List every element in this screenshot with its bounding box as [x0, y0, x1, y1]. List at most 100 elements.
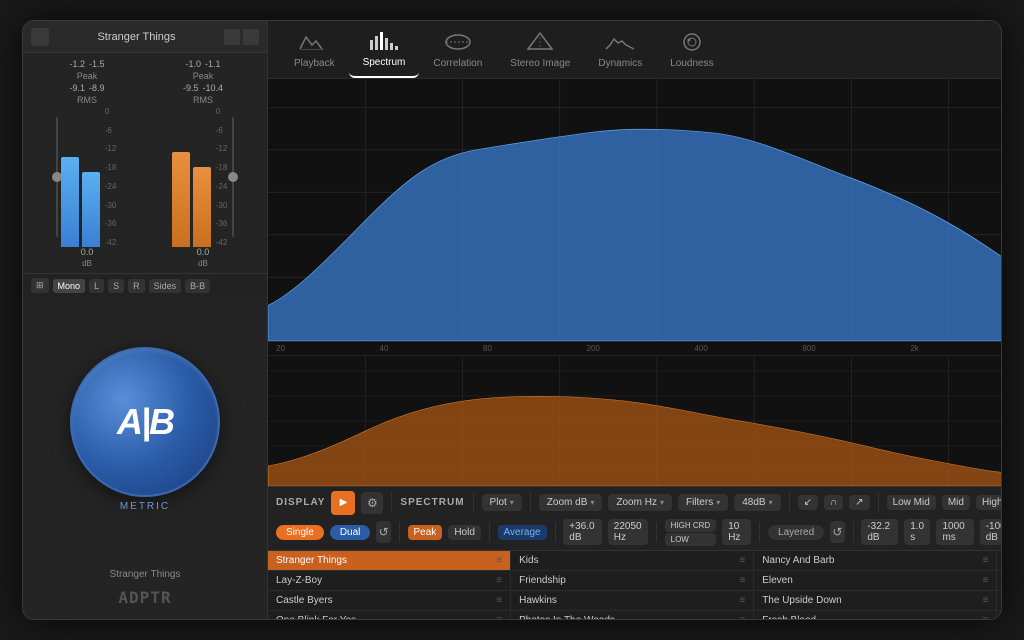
divider3	[530, 493, 531, 513]
divider5	[878, 493, 879, 513]
zoom-db-dropdown[interactable]: Zoom dB ▾	[539, 494, 603, 511]
nav-stereo-image[interactable]: Stereo Image	[496, 22, 584, 77]
btn-window1[interactable]	[224, 29, 240, 45]
playlist-track-friendship[interactable]: Friendship ≡	[511, 571, 753, 591]
playlist-track-nancy[interactable]: Nancy And Barb ≡	[754, 551, 996, 571]
bottom-controls: ⊞ Mono L S R Sides B-B	[23, 273, 267, 297]
ctrl-icon-left[interactable]: ⊞	[31, 278, 49, 293]
playlist-track-fresh-blood[interactable]: Fresh Blood ≡	[754, 611, 996, 620]
playlist-track-stranger-things[interactable]: Stranger Things ≡	[268, 551, 510, 571]
peak-l-val: -1.2	[69, 59, 85, 69]
track-menu-6[interactable]: ≡	[739, 575, 745, 586]
filter-btn-3[interactable]: ↗	[849, 495, 869, 510]
plot-dropdown[interactable]: Plot ▾	[482, 494, 522, 511]
btn-window2[interactable]	[243, 29, 259, 45]
hz-low-val[interactable]: 10 Hz	[722, 519, 751, 545]
playlist-track-lamps[interactable]: Lamps ≡	[997, 611, 1002, 620]
loudness-icon	[676, 30, 708, 54]
nav-playback[interactable]: Playback	[280, 22, 349, 77]
right-slider[interactable]	[232, 107, 234, 247]
high-btn[interactable]: High	[976, 495, 1002, 510]
bar-r-orange1	[172, 107, 190, 247]
peak-btn[interactable]: Peak	[408, 525, 443, 540]
playlist-col-1: Stranger Things ≡ Lay-Z-Boy ≡ Castle Bye…	[268, 551, 511, 620]
spectrum-bottom-svg: 24 0 -24 -48 -72	[268, 356, 1002, 486]
track-menu-1[interactable]: ≡	[496, 555, 502, 566]
freq-200: 200	[587, 344, 600, 353]
left-track-name: Stranger Things	[97, 31, 175, 43]
ab-circle-button[interactable]: A|B	[70, 347, 220, 497]
nav-correlation[interactable]: Correlation	[419, 22, 496, 77]
playlist-track-upside-down[interactable]: The Upside Down ≡	[754, 591, 996, 611]
playlist-track-after-sarah[interactable]: After Sarah ≡	[997, 591, 1002, 611]
spectrum-label: SPECTRUM	[400, 497, 464, 508]
ab-outer: A|B METRIC	[70, 347, 220, 512]
ctrl-link[interactable]: B-B	[185, 279, 210, 293]
ctrl-s[interactable]: S	[108, 279, 124, 293]
gear-button[interactable]: ⚙	[361, 492, 383, 514]
filter-btn-1[interactable]: ↙	[798, 495, 818, 510]
playlist-track-eleven[interactable]: Eleven ≡	[754, 571, 996, 591]
filters-dropdown[interactable]: Filters ▾	[678, 494, 728, 511]
avg-time-val[interactable]: 1000 ms	[936, 519, 973, 545]
nav-loudness-label: Loudness	[670, 58, 713, 69]
filter-btn-2[interactable]: ∩	[824, 495, 843, 510]
track-menu-4[interactable]: ≡	[496, 615, 502, 620]
single-view-btn[interactable]: Single	[276, 525, 324, 540]
track-menu-8[interactable]: ≡	[739, 615, 745, 620]
playlist-track-lay-z-boy[interactable]: Lay-Z-Boy ≡	[268, 571, 510, 591]
playlist-track-one-blink[interactable]: One Blink For Yes ≡	[268, 611, 510, 620]
dual-view-btn[interactable]: Dual	[330, 525, 371, 540]
freq-80: 80	[483, 344, 492, 353]
hold-time-val[interactable]: 1.0 s	[904, 519, 930, 545]
track-menu-7[interactable]: ≡	[739, 595, 745, 606]
layered-view-btn[interactable]: Layered	[768, 525, 824, 540]
right-meter-bars: 0 -6 -12 -18 -24 -30 -36 -42	[172, 107, 235, 247]
nav-spectrum[interactable]: Spectrum	[349, 21, 420, 78]
ctrl-sides[interactable]: Sides	[149, 279, 182, 293]
freq-axis: 20 40 80 200 400 800 2k 4k 8k 20k	[268, 342, 1002, 356]
ctrl-r[interactable]: R	[128, 279, 145, 293]
meter-scale-right: 0 -6 -12 -18 -24 -30 -36 -42	[214, 107, 230, 247]
bar-r-orange2	[193, 107, 211, 247]
freq-800: 800	[802, 344, 815, 353]
db-level-dropdown[interactable]: 48dB ▾	[734, 494, 780, 511]
peak2-l-val: -1.0	[185, 59, 201, 69]
playlist-track-hawkins[interactable]: Hawkins ≡	[511, 591, 753, 611]
peak-db-val[interactable]: +36.0 dB	[563, 519, 602, 545]
nav-dynamics[interactable]: Dynamics	[584, 22, 656, 77]
left-panel: Stranger Things -1.2 -1.5 Peak -9.1 -8.9	[23, 21, 268, 619]
hz-high-val[interactable]: 22050 Hz	[608, 519, 648, 545]
low-mid-btn[interactable]: Low Mid	[887, 495, 936, 510]
play-button[interactable]: ▶	[331, 491, 355, 515]
ctrl-mono[interactable]: Mono	[53, 279, 86, 293]
refresh-btn1[interactable]: ↺	[376, 521, 390, 543]
playlist-track-photos[interactable]: Photos In The Woods ≡	[511, 611, 753, 620]
mid-btn[interactable]: Mid	[942, 495, 970, 510]
track-menu-12[interactable]: ≡	[982, 615, 988, 620]
track-menu-10[interactable]: ≡	[982, 575, 988, 586]
track-menu-5[interactable]: ≡	[739, 555, 745, 566]
track-menu-9[interactable]: ≡	[982, 555, 988, 566]
zoom-hz-dropdown[interactable]: Zoom Hz ▾	[608, 494, 672, 511]
left-top-bar: Stranger Things	[23, 21, 267, 53]
playlist-track-a-kiss[interactable]: A Kiss ≡	[997, 571, 1002, 591]
refresh-btn2[interactable]: ↺	[830, 521, 844, 543]
track-menu-3[interactable]: ≡	[496, 595, 502, 606]
rms-l-val: -9.1	[69, 83, 85, 93]
playlist-track-kids[interactable]: Kids ≡	[511, 551, 753, 571]
left-slider[interactable]	[56, 107, 58, 247]
meter-scale-left: 0 -6 -12 -18 -24 -30 -36 -42	[103, 107, 119, 247]
track-menu-2[interactable]: ≡	[496, 575, 502, 586]
playlist-track-this-isnt-you[interactable]: This Isn't You ≡	[997, 551, 1002, 571]
average-btn[interactable]: Average	[498, 525, 547, 540]
nav-loudness[interactable]: Loudness	[656, 22, 727, 77]
hold-btn[interactable]: Hold	[448, 525, 481, 540]
left-toggle-btn[interactable]	[31, 28, 49, 46]
ctrl-l[interactable]: L	[89, 279, 104, 293]
ab-circle-area: A|B METRIC	[23, 297, 267, 561]
avg-db-val[interactable]: -32.2 dB	[861, 519, 898, 545]
max-db-val[interactable]: -100.0 dB	[980, 519, 1002, 545]
playlist-track-castle-byers[interactable]: Castle Byers ≡	[268, 591, 510, 611]
track-menu-11[interactable]: ≡	[982, 595, 988, 606]
